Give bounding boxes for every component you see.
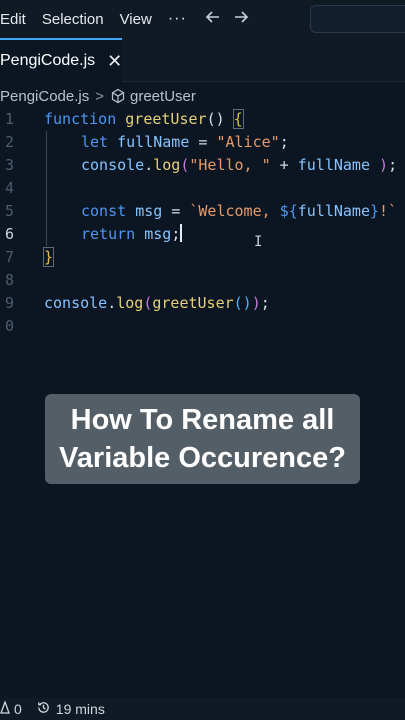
status-time[interactable]: 19 mins [36,700,105,718]
code-text: console.log("Hello, " + fullName ); [81,154,397,177]
breadcrumb-file[interactable]: PengiCode.js [0,88,89,105]
code-token: } [42,247,55,267]
line-number: 5 [4,202,14,220]
more-menu-icon[interactable]: ··· [160,10,199,28]
code-token: fullName [297,156,370,174]
time-label: 19 mins [55,701,105,717]
code-text: let fullName = "Alice"; [81,131,289,154]
code-token: . [107,294,117,312]
tab-pengicode[interactable]: PengiCode.js ✕ [0,38,122,82]
code-token: ; [171,225,181,243]
code-token: fullName [297,202,370,220]
code-token: ; [279,133,289,151]
video-caption: How To Rename all Variable Occurence? [45,394,360,484]
code-token: msg [144,225,172,243]
code-token: `Welcome, [189,202,280,220]
code-token: const [81,202,136,220]
code-token: log [116,294,144,312]
history-icon [36,700,51,718]
arrow-left-icon[interactable] [199,8,227,31]
code-token: ) [379,156,389,174]
code-line[interactable]: 0 [0,315,405,338]
code-token: ; [388,156,398,174]
text-caret [180,224,183,242]
code-text: } [42,246,55,269]
code-line[interactable]: 5 const msg = `Welcome, ${fullName}!` [0,200,405,223]
code-line[interactable]: 8 [0,269,405,292]
code-token: fullName [117,133,190,151]
line-number: 0 [4,317,14,335]
code-token: console [44,294,108,312]
breadcrumb-symbol[interactable]: greetUser [130,88,196,105]
code-token: ${ [279,202,298,220]
code-text: const msg = `Welcome, ${fullName}!` [81,200,397,223]
menu-edit[interactable]: Edit [0,11,34,28]
code-token: = [162,202,190,220]
code-token: msg [135,202,163,220]
symbol-method-icon [110,88,126,104]
code-token: greetUser [125,110,207,128]
command-search-box[interactable] [310,5,405,33]
code-line[interactable]: 9 console.log(greetUser()); [0,292,405,315]
code-token: let [81,133,118,151]
line-number: 4 [4,179,14,197]
code-text: console.log(greetUser()); [44,292,270,315]
code-token: ) [251,294,261,312]
code-token: console [81,156,145,174]
tab-strip: PengiCode.js ✕ [0,38,405,82]
code-line[interactable]: 6 return msg; [0,223,405,246]
code-text: return msg; [81,223,183,246]
code-text: function greetUser() { [44,108,244,131]
code-token: = [189,133,217,151]
code-token: () [233,294,252,312]
code-token: ; [260,294,270,312]
code-token: "Alice" [216,133,280,151]
editor-window: Edit Selection View ··· PengiCode.js ✕ P… [0,0,405,720]
line-number: 9 [4,294,14,312]
warning-icon [0,699,10,718]
menu-view[interactable]: View [112,11,160,28]
status-errors[interactable]: 0 [0,699,22,718]
code-token: } [370,202,380,220]
chevron-right-icon: > [95,87,104,105]
menu-selection[interactable]: Selection [34,11,112,28]
breadcrumb: PengiCode.js > greetUser [0,84,405,108]
code-token: "Hello, " [189,156,271,174]
code-line[interactable]: 4 [0,177,405,200]
code-token: { [232,109,244,129]
error-count: 0 [14,701,22,717]
line-number: 7 [4,248,14,266]
line-number: 2 [4,133,14,151]
arrow-right-icon[interactable] [227,8,255,31]
code-line[interactable]: 2 let fullName = "Alice"; [0,131,405,154]
caption-line-2: Variable Occurence? [59,442,346,474]
line-number: 3 [4,156,14,174]
line-number: 8 [4,271,14,289]
caption-line-1: How To Rename all [70,404,335,436]
code-line[interactable]: 7} [0,246,405,269]
code-token: !` [379,202,398,220]
code-line[interactable]: 3 console.log("Hello, " + fullName ); [0,154,405,177]
line-number: 6 [4,225,14,243]
code-token: () [206,110,234,128]
line-number: 1 [4,110,14,128]
close-icon[interactable]: ✕ [107,51,122,72]
code-line[interactable]: 1 function greetUser() { [0,108,405,131]
code-token: . [144,156,154,174]
status-bar: 0 19 mins [0,698,405,720]
menu-bar: Edit Selection View ··· [0,0,405,38]
code-token: + [270,156,298,174]
code-token: log [153,156,181,174]
code-token: function [44,110,126,128]
code-token: return [81,225,145,243]
tab-label: PengiCode.js [0,52,96,69]
code-token: greetUser [152,294,234,312]
